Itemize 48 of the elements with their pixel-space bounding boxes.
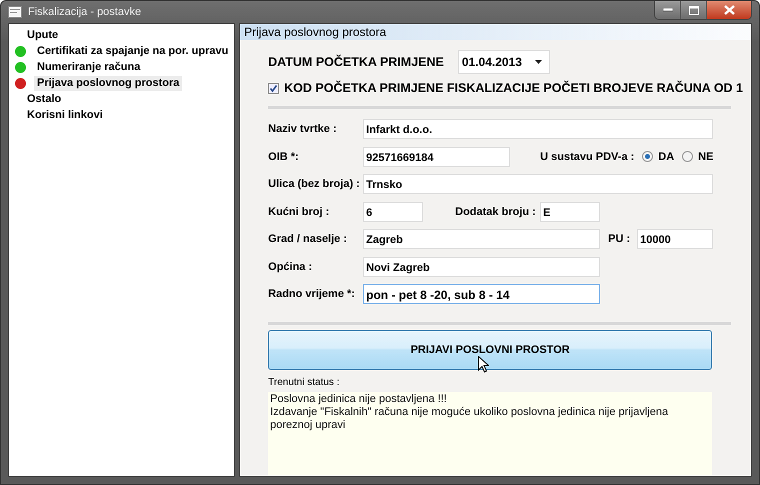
tree-item[interactable]: Certifikati za spajanje na por. upravu [34,44,232,58]
maximize-icon [688,6,698,14]
field-label: Grad / naselje : [268,233,348,245]
input-field[interactable]: pon - pet 8 -20, sub 8 - 14 [363,284,600,304]
field-label: Naziv tvrtke : [268,123,338,135]
date-picker[interactable]: 01.04.2013 [458,50,550,74]
tree-item[interactable]: Upute [13,27,60,43]
status-label: Trenutni status : [268,376,340,388]
field-label: DATUM POČETKA PRIMJENE [268,55,444,69]
close-button[interactable] [707,1,751,19]
field-label: Radno vrijeme *: [268,288,356,300]
checkbox-label: KOD POČETKA PRIMJENE FISKALIZACIJE POČETI BROJEVE RAČUNA OD 1 [284,81,743,95]
field-label: Ulica (bez broja) : [268,178,361,190]
radio-button[interactable] [642,151,654,162]
input-field[interactable]: 6 [363,202,424,222]
tree-item[interactable]: Numeriranje računa [34,60,144,74]
window-title: Fiskalizacija - postavke [28,6,142,18]
radio-label: DA [658,150,674,162]
radio-label: NE [698,150,714,162]
input-field[interactable]: Trnsko [363,174,714,194]
close-icon [724,5,734,15]
tree-item[interactable]: Korisni linkovi [13,107,105,123]
caret-icon [534,60,542,64]
field-label: Dodatak broju : [455,206,537,218]
submit-button[interactable]: PRIJAVI POSLOVNI PROSTOR [268,330,712,370]
status-message: Izdavanje "Fiskalnih" računa nije moguće ukoliko poslovna jedinica nije prijavljena poreznoj upravi [270,406,670,432]
panel-title: Prijava poslovnog prostora [240,24,751,40]
tree-item[interactable]: Prijava poslovnog prostora [34,76,182,90]
minimize-button[interactable] [655,1,681,19]
field-label: Kućni broj : [268,206,330,218]
input-field[interactable]: Zagreb [363,229,600,249]
maximize-button[interactable] [681,1,707,19]
status-message: Poslovna jedinica nije postavljena !!! [270,392,448,406]
minimize-icon [662,8,672,12]
checkbox[interactable] [268,82,280,94]
input-field[interactable]: Infarkt d.o.o. [363,119,714,139]
tree-item[interactable]: Ostalo [13,91,64,107]
input-field[interactable]: 92571669184 [363,146,510,166]
input-field[interactable]: Novi Zagreb [363,256,600,276]
radio-button[interactable] [682,151,694,162]
input-field[interactable]: 10000 [637,229,714,249]
field-label: Općina : [268,260,314,272]
field-label: PU : [608,233,632,245]
window-icon [8,6,22,18]
field-label: U sustavu PDV-a : [540,150,634,162]
cursor-icon [478,356,490,372]
input-field[interactable]: E [540,202,600,222]
field-label: OIB *: [268,150,300,162]
